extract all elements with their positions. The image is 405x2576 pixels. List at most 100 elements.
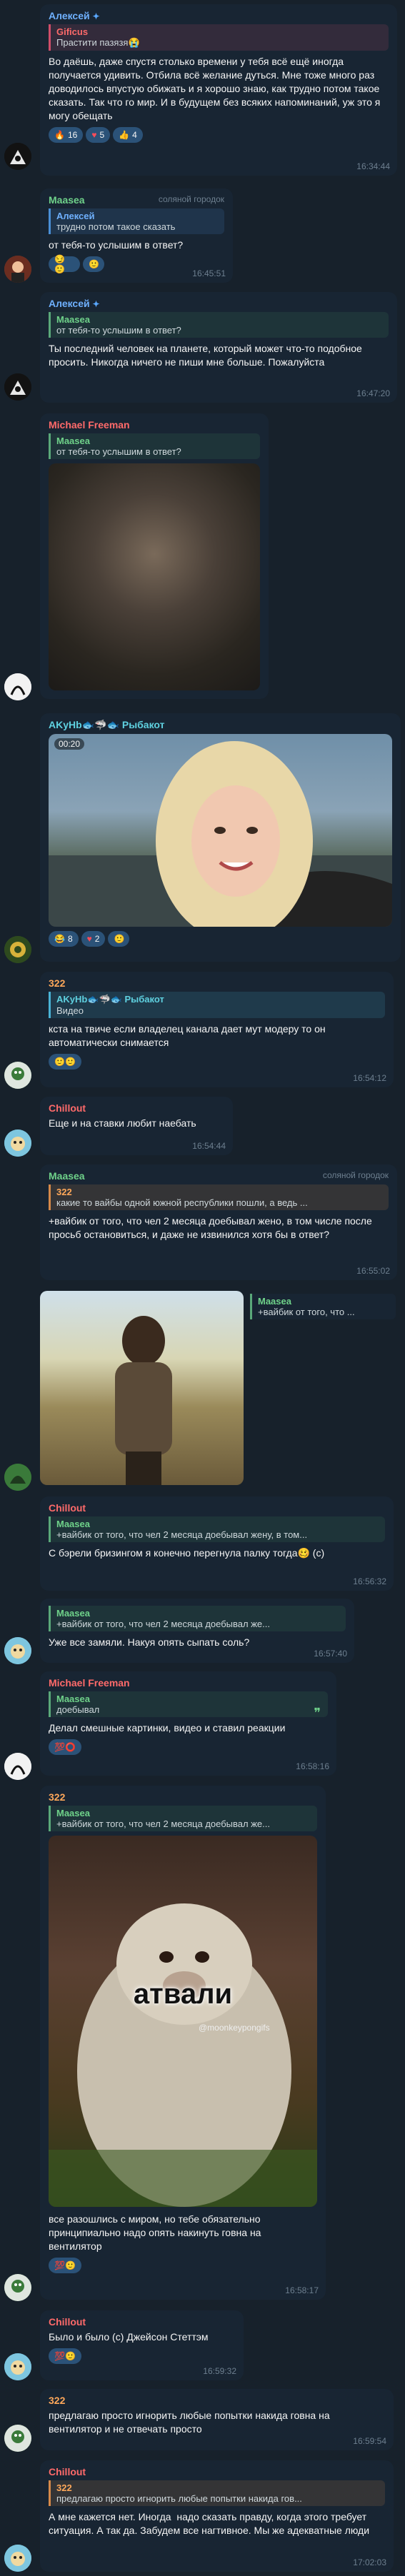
reply-text: какие то вайбы одной южной республики по… xyxy=(56,1197,308,1208)
reaction-thumbs-up[interactable]: 👍 4 xyxy=(113,127,143,143)
avatar[interactable] xyxy=(4,143,31,170)
message-chillout-3: Maasea +вайбик от того, что чел 2 месяца… xyxy=(0,1596,405,1667)
reaction-emoji[interactable]: 💯🙂 xyxy=(49,2258,81,2273)
message-time: 17:02:03 xyxy=(353,2557,386,2567)
reaction-emoji[interactable]: 😏🙂 xyxy=(49,254,80,274)
avatar[interactable] xyxy=(4,1637,31,1664)
avatar[interactable] xyxy=(4,1062,31,1089)
reactions: 💯🙂 xyxy=(49,2258,317,2273)
reply-quote[interactable]: Maasea +вайбик от того, что чел 2 месяца… xyxy=(49,1806,317,1831)
reaction-emoji[interactable]: 🙂🙂 xyxy=(49,1054,81,1070)
avatar[interactable] xyxy=(4,2353,31,2380)
message-bubble[interactable]: Maasea соляной городок 322 какие то вайб… xyxy=(40,1164,397,1280)
message-bubble[interactable]: 322 AKyHb🐟🦈🐟 Рыбакот Видео кста на твиче… xyxy=(40,972,394,1087)
message-322-2: 322 Maasea +вайбик от того, что чел 2 ме… xyxy=(0,1781,405,2306)
message-bubble[interactable]: 322 Maasea +вайбик от того, что чел 2 ме… xyxy=(40,1786,326,2300)
reply-sender: Gificus xyxy=(56,26,89,37)
reaction-heart[interactable]: ♥ 5 xyxy=(86,127,111,143)
reply-quote[interactable]: Алексей трудно потом такое сказать xyxy=(49,208,224,234)
message-bubble[interactable]: Алексей ✦ Gificus Прастити пазязя😭 Во да… xyxy=(40,4,397,176)
reaction-avatar[interactable]: 🙂 xyxy=(83,256,104,272)
reply-text: от тебя-то услышим в ответ? xyxy=(56,325,181,336)
avatar[interactable] xyxy=(4,2425,31,2452)
message-text: от тебя-то услышим в ответ? xyxy=(49,239,184,251)
message-text: Во даёшь, даже спустя столько времени у … xyxy=(49,56,384,121)
message-bubble[interactable]: 322 предлагаю просто игнорить любые попы… xyxy=(40,2389,394,2450)
message-time: 16:58:17 xyxy=(285,2285,319,2295)
blurred-photo[interactable] xyxy=(49,463,260,690)
avatar[interactable] xyxy=(4,373,31,401)
reactions: 🙂🙂 xyxy=(49,1054,385,1070)
monkey-gif[interactable]: атвали @moonkeypongifs xyxy=(49,1836,317,2207)
reply-quote[interactable]: Maasea от тебя-то услышим в ответ? xyxy=(49,312,389,338)
message-bubble[interactable]: Chillout 322 предлагаю просто игнорить л… xyxy=(40,2460,394,2572)
message-bubble[interactable]: Chillout Еще и на ставки любит наебать 1… xyxy=(40,1097,233,1155)
avatar[interactable] xyxy=(4,1129,31,1157)
avatar[interactable] xyxy=(4,2545,31,2572)
monkey-illustration xyxy=(49,1903,317,2207)
message-bubble[interactable]: Maasea +вайбик от того, что чел 2 месяца… xyxy=(40,1599,354,1663)
reply-quote[interactable]: 322 какие то вайбы одной южной республик… xyxy=(49,1184,389,1210)
avatar[interactable] xyxy=(4,1753,31,1780)
avatar[interactable] xyxy=(4,1464,31,1491)
reply-sender: AKyHb🐟🦈🐟 Рыбакот xyxy=(56,994,164,1005)
fire-icon: 🔥 xyxy=(54,130,65,140)
reply-quote[interactable]: 322 предлагаю просто игнорить любые попы… xyxy=(49,2480,385,2506)
reply-quote[interactable]: AKyHb🐟🦈🐟 Рыбакот Видео xyxy=(49,992,385,1018)
photo-man-field[interactable] xyxy=(40,1291,244,1485)
heart-icon: ♥ xyxy=(86,934,92,944)
reply-quote[interactable]: Maasea +вайбик от того, что ... xyxy=(250,1294,396,1319)
message-time: 16:54:44 xyxy=(192,1141,226,1151)
message-alexey-2: Алексей ✦ Maasea от тебя-то услышим в от… xyxy=(0,288,405,409)
reply-sender: Maasea xyxy=(56,1608,90,1619)
message-text: Уже все замяли. Накуя опять сыпать соль? xyxy=(49,1636,250,1648)
avatar[interactable] xyxy=(4,2274,31,2301)
reply-text: +вайбик от того, что чел 2 месяца доебыв… xyxy=(56,1529,308,1540)
message-michael-2: Michael Freeman Maasea доебывал ❞ Делал … xyxy=(0,1667,405,1781)
message-bubble[interactable]: AKyHb🐟🦈🐟 Рыбакот 00:20 😂 8 ♥ 2 🙂 xyxy=(40,713,401,962)
message-alexey-1: Алексей ✦ Gificus Прастити пазязя😭 Во да… xyxy=(0,0,405,184)
avatar[interactable] xyxy=(4,673,31,700)
verified-star-icon: ✦ xyxy=(92,11,100,21)
message-bubble[interactable]: Алексей ✦ Maasea от тебя-то услышим в от… xyxy=(40,292,397,403)
sender-name: 322 xyxy=(49,1791,66,1803)
message-bubble[interactable]: Michael Freeman Maasea от тебя-то услыши… xyxy=(40,413,269,699)
reaction-emoji[interactable]: 💯⭕ xyxy=(49,1739,81,1755)
message-maasea-1: Maasea соляной городок Алексей трудно по… xyxy=(0,184,405,288)
video-frame-illustration xyxy=(49,741,392,927)
reply-sender: Maasea xyxy=(258,1296,291,1307)
reaction-avatar[interactable]: 🙂 xyxy=(108,931,130,947)
sender-name: AKyHb🐟🦈🐟 Рыбакот xyxy=(49,719,165,730)
quote-icon: ❞ xyxy=(314,1706,321,1720)
video-duration: 00:20 xyxy=(54,738,85,750)
reaction-emoji[interactable]: 💯🙂 xyxy=(49,2348,81,2364)
message-text: Ты последний человек на планете, который… xyxy=(49,343,365,368)
reply-quote[interactable]: Maasea от тебя-то услышим в ответ? xyxy=(49,433,260,459)
message-text: все разошлись с миром, но тебе обязатель… xyxy=(49,2213,264,2252)
reply-quote[interactable]: Maasea +вайбик от того, что чел 2 месяца… xyxy=(49,1606,346,1631)
message-bubble[interactable]: Chillout Maasea +вайбик от того, что чел… xyxy=(40,1496,394,1591)
reaction-laugh[interactable]: 😂 8 xyxy=(49,931,79,947)
reaction-fire[interactable]: 🔥 16 xyxy=(49,127,84,143)
message-chillout-2: Chillout Maasea +вайбик от того, что чел… xyxy=(0,1492,405,1596)
reaction-heart[interactable]: ♥ 2 xyxy=(81,931,106,947)
avatar[interactable] xyxy=(4,936,31,963)
reply-quote[interactable]: Gificus Прастити пазязя😭 xyxy=(49,24,389,51)
reply-text: предлагаю просто игнорить любые попытки … xyxy=(56,2493,302,2504)
message-bubble[interactable]: Maasea соляной городок Алексей трудно по… xyxy=(40,188,233,283)
reply-quote[interactable]: Maasea +вайбик от того, что чел 2 месяца… xyxy=(49,1516,385,1542)
reactions: 🔥 16 ♥ 5 👍 4 xyxy=(49,127,389,143)
message-bubble[interactable]: Chillout Было и было (с) Джейсон Стеттэм… xyxy=(40,2310,244,2380)
message-akyhb-1: AKyHb🐟🦈🐟 Рыбакот 00:20 😂 8 ♥ 2 🙂 xyxy=(0,709,405,967)
reply-text: трудно потом такое сказать xyxy=(56,221,176,232)
reactions: 😂 8 ♥ 2 🙂 xyxy=(49,931,392,947)
message-sticker-1: Maasea +вайбик от того, что ... xyxy=(0,1285,405,1492)
reply-text: +вайбик от того, что ... xyxy=(258,1307,355,1317)
sender-name: Алексей xyxy=(49,10,90,21)
message-time: 16:57:40 xyxy=(314,1649,347,1659)
reply-text: Прастити пазязя😭 xyxy=(56,37,140,48)
avatar[interactable] xyxy=(4,256,31,283)
reply-quote[interactable]: Maasea доебывал ❞ xyxy=(49,1691,328,1720)
message-bubble[interactable]: Michael Freeman Maasea доебывал ❞ Делал … xyxy=(40,1671,336,1776)
video-preview[interactable]: 00:20 xyxy=(49,734,392,927)
